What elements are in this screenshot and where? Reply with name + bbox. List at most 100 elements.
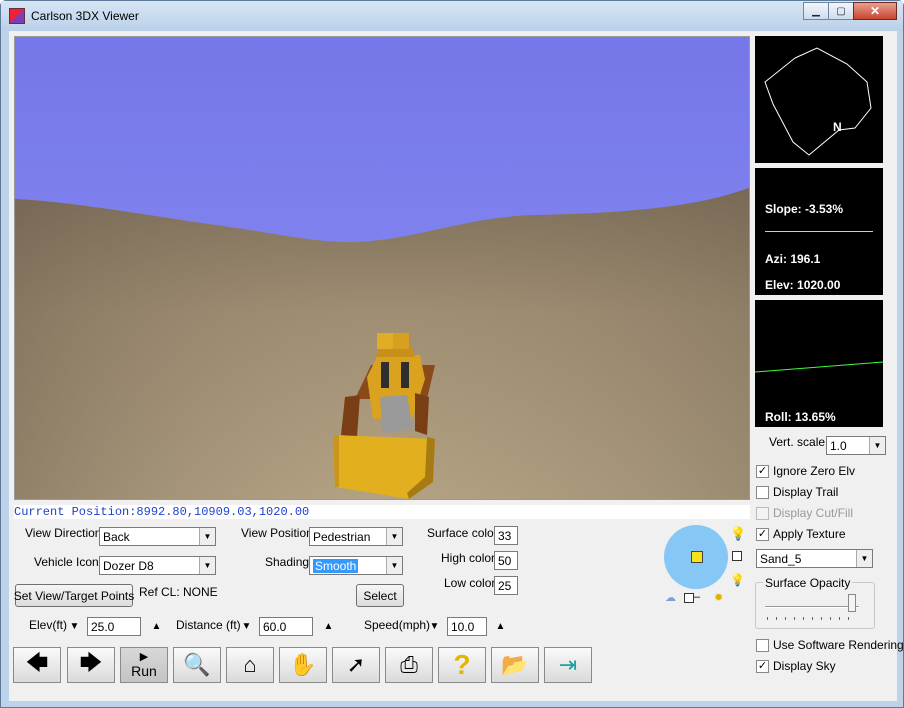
roll-indicator: [754, 361, 884, 373]
shading-select[interactable]: Smooth ▼: [309, 556, 403, 575]
home-icon: ⌂: [243, 652, 257, 677]
chevron-down-icon: ▼: [856, 550, 872, 567]
set-view-target-button[interactable]: Set View/Target Points: [14, 584, 134, 607]
ignore-zero-elv-checkbox[interactable]: ✓: [756, 465, 769, 478]
view-position-label: View Position: [241, 526, 313, 540]
forward-arrow-button[interactable]: 🡆: [67, 647, 115, 683]
run-button[interactable]: ▶ Run: [120, 647, 168, 683]
pan-button[interactable]: ✋: [279, 647, 327, 683]
arrow-left-icon: 🡄: [25, 650, 49, 675]
vert-scale-label: Vert. scale: [769, 435, 826, 449]
apply-texture-label: Apply Texture: [773, 527, 846, 541]
view-direction-label: View Direction: [25, 526, 102, 540]
printer-icon: ⎙: [400, 652, 418, 677]
dim-bulb-icon[interactable]: 💡: [730, 573, 745, 587]
low-color-input[interactable]: 25: [494, 576, 518, 595]
close-button[interactable]: ✕: [853, 2, 897, 20]
play-icon: ▶: [139, 650, 149, 663]
vert-scale-select[interactable]: 1.0 ▼: [826, 436, 886, 455]
chevron-down-icon: ▼: [386, 557, 402, 574]
software-rendering-label: Use Software Rendering: [773, 638, 904, 652]
speed-down-icon[interactable]: ▼: [427, 619, 442, 634]
cloud-icon[interactable]: ☁: [665, 591, 676, 604]
ignore-zero-elv-label: Ignore Zero Elv: [773, 464, 856, 478]
client-area: Current Position:8992.80,10909.03,1020.0…: [9, 31, 904, 701]
elev-label: Elev(ft): [29, 618, 68, 632]
light-position-handle[interactable]: [691, 551, 703, 563]
opacity-slider-ticks: [767, 617, 857, 620]
square-icon[interactable]: [732, 551, 742, 561]
minimize-button[interactable]: ▁: [803, 2, 829, 20]
question-mark-icon: ?: [453, 649, 471, 680]
pointer-button[interactable]: ➚: [332, 647, 380, 683]
terrain-scene: [15, 37, 749, 499]
back-arrow-button[interactable]: 🡄: [13, 647, 61, 683]
speed-up-icon[interactable]: ▲: [493, 619, 508, 634]
zoom-button[interactable]: 🔍: [173, 647, 221, 683]
print-button[interactable]: ⎙: [385, 647, 433, 683]
elev-value: Elev: 1020.00: [765, 278, 841, 292]
display-sky-label: Display Sky: [773, 659, 836, 673]
texture-select[interactable]: Sand_5 ▼: [756, 549, 873, 568]
cursor-arrow-icon: ➚: [346, 652, 366, 677]
display-trail-checkbox[interactable]: [756, 486, 769, 499]
chevron-down-icon: ▼: [386, 528, 402, 545]
opacity-slider-thumb[interactable]: [848, 594, 856, 612]
home-view-button[interactable]: ⌂: [226, 647, 274, 683]
roll-value: Roll: 13.65%: [765, 410, 836, 424]
help-button[interactable]: ?: [438, 647, 486, 683]
elev-up-icon[interactable]: ▲: [149, 619, 164, 634]
square-small-icon[interactable]: [684, 593, 694, 603]
current-position: Current Position:8992.80,10909.03,1020.0…: [14, 505, 750, 519]
lightbulb-icon[interactable]: 💡: [730, 526, 746, 542]
high-color-label: High color: [441, 551, 496, 565]
3d-viewport[interactable]: [14, 36, 750, 500]
vehicle-icon-label: Vehicle Icon: [34, 555, 99, 569]
open-file-button[interactable]: 📂: [491, 647, 539, 683]
ref-cl-label: Ref CL: NONE: [139, 585, 218, 599]
title-bar: Carlson 3DX Viewer ▁ ▢ ✕: [1, 1, 903, 31]
surface-color-input[interactable]: 33: [494, 526, 518, 545]
app-icon: [9, 8, 25, 24]
chevron-down-icon: ▼: [869, 437, 885, 454]
high-color-input[interactable]: 50: [494, 551, 518, 570]
distance-up-icon[interactable]: ▲: [321, 619, 336, 634]
display-sky-checkbox[interactable]: ✓: [756, 660, 769, 673]
sun-icon[interactable]: ✹: [714, 591, 723, 604]
arrow-right-icon: 🡆: [79, 650, 103, 675]
display-cutfill-checkbox[interactable]: [756, 507, 769, 520]
select-button[interactable]: Select: [356, 584, 404, 607]
display-trail-label: Display Trail: [773, 485, 839, 499]
elev-down-icon[interactable]: ▼: [67, 619, 82, 634]
open-folder-icon: 📂: [501, 652, 529, 677]
vehicle-icon-select[interactable]: Dozer D8 ▼: [99, 556, 216, 575]
surface-opacity-label: Surface Opacity: [763, 576, 853, 590]
overview-map[interactable]: N: [755, 36, 883, 163]
distance-down-icon[interactable]: ▼: [239, 619, 254, 634]
maximize-button[interactable]: ▢: [828, 2, 854, 20]
chevron-down-icon: ▼: [199, 557, 215, 574]
hand-icon: ✋: [289, 652, 317, 677]
exit-button[interactable]: ⇥: [544, 647, 592, 683]
dash-icon: –: [694, 591, 701, 603]
map-outline: [764, 47, 872, 156]
opacity-slider-track: [765, 606, 859, 608]
surface-color-label: Surface color: [427, 526, 498, 540]
chevron-down-icon: ▼: [199, 528, 215, 545]
north-label: N: [833, 120, 842, 134]
run-label: Run: [131, 662, 157, 679]
distance-input[interactable]: 60.0: [259, 617, 313, 636]
view-position-select[interactable]: Pedestrian ▼: [309, 527, 403, 546]
slope-value: Slope: -3.53%: [765, 202, 844, 216]
speed-label: Speed(mph): [364, 618, 431, 632]
speed-input[interactable]: 10.0: [447, 617, 487, 636]
apply-texture-checkbox[interactable]: ✓: [756, 528, 769, 541]
shading-label: Shading: [265, 555, 310, 569]
software-rendering-checkbox[interactable]: [756, 639, 769, 652]
elev-input[interactable]: 25.0: [87, 617, 141, 636]
low-color-label: Low color: [444, 576, 496, 590]
view-direction-select[interactable]: Back ▼: [99, 527, 216, 546]
app-window: Carlson 3DX Viewer ▁ ▢ ✕ Current Positio…: [0, 0, 904, 708]
slope-panel: Slope: -3.53% Azi: 196.1 Elev: 1020.00: [755, 168, 883, 295]
azi-value: Azi: 196.1: [765, 252, 821, 266]
